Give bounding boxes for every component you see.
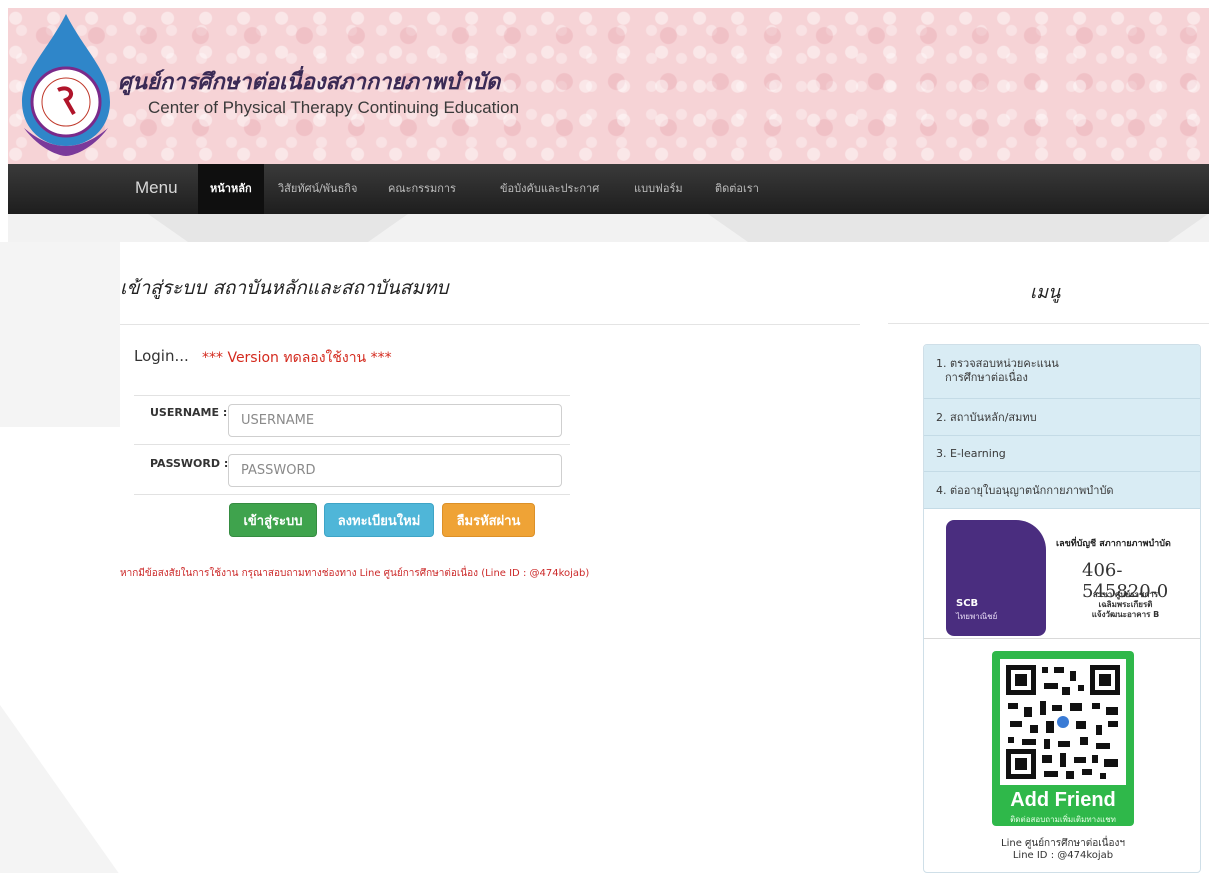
nav-item-vision-mission[interactable]: วิสัยทัศน์/พันธกิจ xyxy=(266,164,369,214)
line-caption: Line ศูนย์การศึกษาต่อเนื่องฯ xyxy=(1001,838,1125,849)
physical-therapy-council-logo[interactable] xyxy=(14,10,118,160)
nav-item-regulations[interactable]: ข้อบังคับและประกาศ xyxy=(488,164,611,214)
qr-code-icon xyxy=(1000,659,1126,785)
nav-item-forms[interactable]: แบบฟอร์ม xyxy=(622,164,695,214)
forgot-password-button[interactable]: ลืมรหัสผ่าน xyxy=(442,503,535,537)
password-label: PASSWORD : xyxy=(150,457,229,470)
version-notice: *** Version ทดลองใช้งาน *** xyxy=(202,350,392,366)
bank-account-card: SCB ไทยพาณิชย์ เลขที่บัญชี สภากายภาพบำบั… xyxy=(946,520,1182,636)
site-title-thai: ศูนย์การศึกษาต่อเนื่องสภากายภาพบำบัด xyxy=(118,69,501,95)
decorative-band xyxy=(8,214,1209,242)
sidebar-item-label: 3. E-learning xyxy=(936,447,1006,460)
band-shape xyxy=(148,214,408,242)
login-label: Login... xyxy=(134,347,189,365)
sidebar-title: เมนู xyxy=(1030,282,1061,303)
account-label: เลขที่บัญชี สภากายภาพบำบัด xyxy=(1056,539,1171,549)
line-id-caption: Line ID : @474kojab xyxy=(1012,850,1114,861)
nav-item-committee[interactable]: คณะกรรมการ xyxy=(376,164,468,214)
form-divider xyxy=(134,494,570,495)
site-title-english: Center of Physical Therapy Continuing Ed… xyxy=(148,98,520,117)
password-input[interactable] xyxy=(228,454,562,487)
nav-item-contact[interactable]: ติดต่อเรา xyxy=(703,164,771,214)
sidebar-divider xyxy=(924,638,1200,639)
sidebar-title-divider xyxy=(888,323,1209,324)
add-friend-subtitle: ติดต่อสอบถามเพิ่มเติมทางแชท xyxy=(1010,815,1116,824)
line-add-friend-card[interactable]: Add Friend ติดต่อสอบถามเพิ่มเติมทางแชท xyxy=(992,651,1134,826)
left-decor-triangle xyxy=(0,705,120,873)
scb-logo-subtitle: ไทยพาณิชย์ xyxy=(956,612,998,621)
help-text: หากมีข้อสงสัยในการใช้งาน กรุณาสอบถามทางช… xyxy=(120,568,590,579)
sidebar-item-institutions[interactable]: 2. สถาบันหลัก/สมทบ xyxy=(924,399,1200,436)
form-divider xyxy=(134,395,570,396)
sidebar-item-license-renewal[interactable]: 4. ต่ออายุใบอนุญาตนักกายภาพบำบัด xyxy=(924,472,1200,509)
left-decor-strip xyxy=(0,242,120,427)
login-button[interactable]: เข้าสู่ระบบ xyxy=(229,503,317,537)
branch-line-1: สาขา ศูนย์ราชการเฉลิมพระเกียรติ xyxy=(1092,590,1159,609)
scb-logo: SCB xyxy=(956,598,979,609)
sidebar-item-label: 2. สถาบันหลัก/สมทบ xyxy=(936,411,1037,424)
nav-brand[interactable]: Menu xyxy=(135,178,178,198)
page-heading: เข้าสู่ระบบ สถาบันหลักและสถาบันสมทบ xyxy=(120,277,449,299)
sidebar-panel: 1. ตรวจสอบหน่วยคะแนน การศึกษาต่อเนื่อง 2… xyxy=(923,344,1201,873)
sidebar-item-label: การศึกษาต่อเนื่อง xyxy=(945,371,1028,384)
heading-divider xyxy=(120,324,860,325)
site-header: ศูนย์การศึกษาต่อเนื่องสภากายภาพบำบัด Cen… xyxy=(8,8,1209,164)
main-navbar: Menu หน้าหลัก วิสัยทัศน์/พันธกิจ คณะกรรม… xyxy=(8,164,1209,214)
scb-logo-card: SCB ไทยพาณิชย์ xyxy=(946,520,1046,636)
add-friend-label: Add Friend xyxy=(1010,789,1116,811)
branch-line-2: แจ้งวัฒนะอาคาร B xyxy=(1091,610,1160,619)
sidebar-item-elearning[interactable]: 3. E-learning xyxy=(924,436,1200,472)
sidebar-item-check-credits[interactable]: 1. ตรวจสอบหน่วยคะแนน การศึกษาต่อเนื่อง xyxy=(924,345,1200,399)
band-shape xyxy=(708,214,1208,242)
register-button[interactable]: ลงทะเบียนใหม่ xyxy=(324,503,434,537)
sidebar-item-label: 1. ตรวจสอบหน่วยคะแนน xyxy=(936,357,1059,370)
username-label: USERNAME : xyxy=(150,406,228,419)
username-input[interactable] xyxy=(228,404,562,437)
account-branch: สาขา ศูนย์ราชการเฉลิมพระเกียรติ แจ้งวัฒน… xyxy=(1068,590,1183,620)
nav-item-home[interactable]: หน้าหลัก xyxy=(198,164,264,214)
form-divider xyxy=(134,444,570,445)
sidebar-item-label: 4. ต่ออายุใบอนุญาตนักกายภาพบำบัด xyxy=(936,484,1114,497)
